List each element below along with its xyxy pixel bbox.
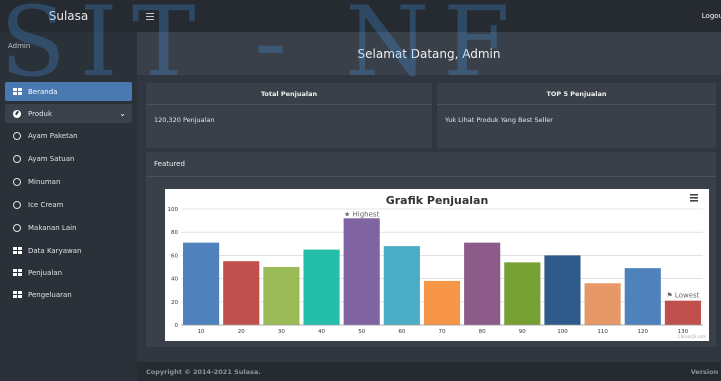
card-value: 120,320 Penjualan: [154, 116, 215, 124]
y-tick-label: 0: [175, 323, 179, 329]
version-text: Version 3: [690, 367, 721, 376]
grid-icon: [12, 269, 22, 277]
sidebar-item-label: Minuman: [28, 177, 61, 186]
x-tick-label: 40: [318, 329, 325, 335]
bar: [664, 300, 701, 325]
sidebar-item-label: Ice Cream: [28, 200, 64, 209]
bar: [223, 261, 260, 325]
y-tick-label: 40: [171, 277, 178, 283]
x-tick-label: 90: [519, 329, 526, 335]
chart-menu-icon[interactable]: [690, 194, 698, 202]
circle-icon: [12, 200, 22, 209]
sidebar-item-label: Ayam Satuan: [28, 154, 75, 163]
topbar: Logou: [137, 0, 721, 32]
top5-penjualan-card: TOP 5 Penjualan Yuk Lihat Produk Yang Be…: [437, 83, 716, 148]
card-value: Yuk Lihat Produk Yang Best Seller: [445, 116, 553, 124]
circle-icon: [12, 131, 22, 140]
produk-submenu: Ayam Paketan Ayam Satuan Minuman Ice Cre…: [0, 126, 137, 237]
user-name: Admin: [8, 42, 31, 50]
sidebar-item-label: Produk: [28, 109, 53, 118]
sidebar-item-label: Ayam Paketan: [28, 131, 78, 140]
chart-title: Grafik Penjualan: [386, 194, 489, 207]
sidebar-item-label: Makanan Lain: [28, 223, 77, 232]
bar: [624, 268, 661, 325]
bar: [584, 283, 621, 325]
bar: [504, 262, 541, 325]
card-title: Total Penjualan: [146, 83, 432, 105]
bar: [544, 255, 581, 325]
sidebar-item-label: Beranda: [28, 87, 58, 96]
bar: [464, 242, 501, 325]
sidebar-item-beranda[interactable]: Beranda: [5, 82, 132, 101]
y-tick-label: 100: [168, 207, 179, 213]
grid-icon: [12, 291, 22, 299]
bar: [263, 267, 300, 325]
x-tick-label: 70: [439, 329, 446, 335]
sidebar-item-produk[interactable]: Produk ⌄: [5, 104, 132, 123]
sidebar-item-pengeluaran[interactable]: Pengeluaran: [5, 285, 132, 304]
card-title: TOP 5 Penjualan: [437, 83, 716, 105]
sidebar-item-data-karyawan[interactable]: Data Karyawan: [5, 241, 132, 260]
bar: [183, 242, 220, 325]
x-tick-label: 80: [479, 329, 486, 335]
chart-credit: CanvasJS.com: [678, 334, 706, 339]
sidebar-item-makanan-lain[interactable]: Makanan Lain: [5, 218, 132, 237]
featured-panel: Featured Grafik Penjualan 0 20 40 60 80 100 10 2…: [146, 152, 716, 347]
x-tick-label: 120: [638, 329, 649, 335]
bar: [303, 249, 340, 325]
welcome-banner: Selamat Datang, Admin: [137, 32, 721, 75]
grid-icon: [12, 88, 22, 96]
y-tick-label: 60: [171, 253, 178, 259]
copyright-text: Copyright © 2014-2021 Sulasa.: [146, 367, 261, 376]
highest-annotation: ★ Highest: [344, 210, 380, 218]
circle-icon: [12, 223, 22, 232]
bar: [423, 280, 461, 325]
featured-title: Featured: [146, 152, 716, 177]
sidebar-item-ayam-paketan[interactable]: Ayam Paketan: [5, 126, 132, 145]
sidebar-item-ayam-satuan[interactable]: Ayam Satuan: [5, 149, 132, 168]
sales-chart: Grafik Penjualan 0 20 40 60 80 100 10 20 30 40 50 ★ …: [165, 189, 709, 341]
sidebar-item-label: Data Karyawan: [28, 246, 82, 255]
bar: [343, 218, 380, 325]
x-tick-label: 20: [238, 329, 245, 335]
hamburger-icon[interactable]: [146, 12, 154, 20]
chevron-down-icon: ⌄: [119, 109, 126, 118]
x-tick-label: 110: [597, 329, 608, 335]
chart-svg: Grafik Penjualan 0 20 40 60 80 100 10 20 30 40 50 ★ …: [168, 194, 706, 339]
sidebar-item-ice-cream[interactable]: Ice Cream: [5, 195, 132, 214]
lowest-annotation: ⚑ Lowest: [666, 292, 699, 300]
y-tick-label: 80: [171, 230, 178, 236]
dashboard-icon: [12, 109, 22, 118]
y-tick-label: 20: [171, 300, 178, 306]
sidebar-item-label: Pengeluaran: [28, 290, 72, 299]
x-tick-label: 50: [358, 329, 365, 335]
bar: [383, 246, 420, 325]
brand-title[interactable]: Sulasa: [0, 0, 137, 32]
sidebar-item-minuman[interactable]: Minuman: [5, 172, 132, 191]
sidebar: Sulasa Admin Beranda Produk ⌄ Ayam Paket…: [0, 0, 137, 381]
x-tick-label: 60: [398, 329, 405, 335]
sidebar-item-penjualan[interactable]: Penjualan: [5, 263, 132, 282]
grid-icon: [12, 247, 22, 255]
circle-icon: [12, 154, 22, 163]
x-tick-label: 100: [557, 329, 568, 335]
logout-link[interactable]: Logou: [702, 12, 721, 20]
total-penjualan-card: Total Penjualan 120,320 Penjualan: [146, 83, 432, 148]
x-tick-label: 10: [198, 329, 205, 335]
circle-icon: [12, 177, 22, 186]
x-tick-label: 30: [278, 329, 285, 335]
sidebar-nav: Beranda Produk ⌄ Ayam Paketan Ayam Satua…: [0, 82, 137, 304]
sidebar-item-label: Penjualan: [28, 268, 63, 277]
footer: Copyright © 2014-2021 Sulasa. Version 3: [137, 362, 721, 381]
